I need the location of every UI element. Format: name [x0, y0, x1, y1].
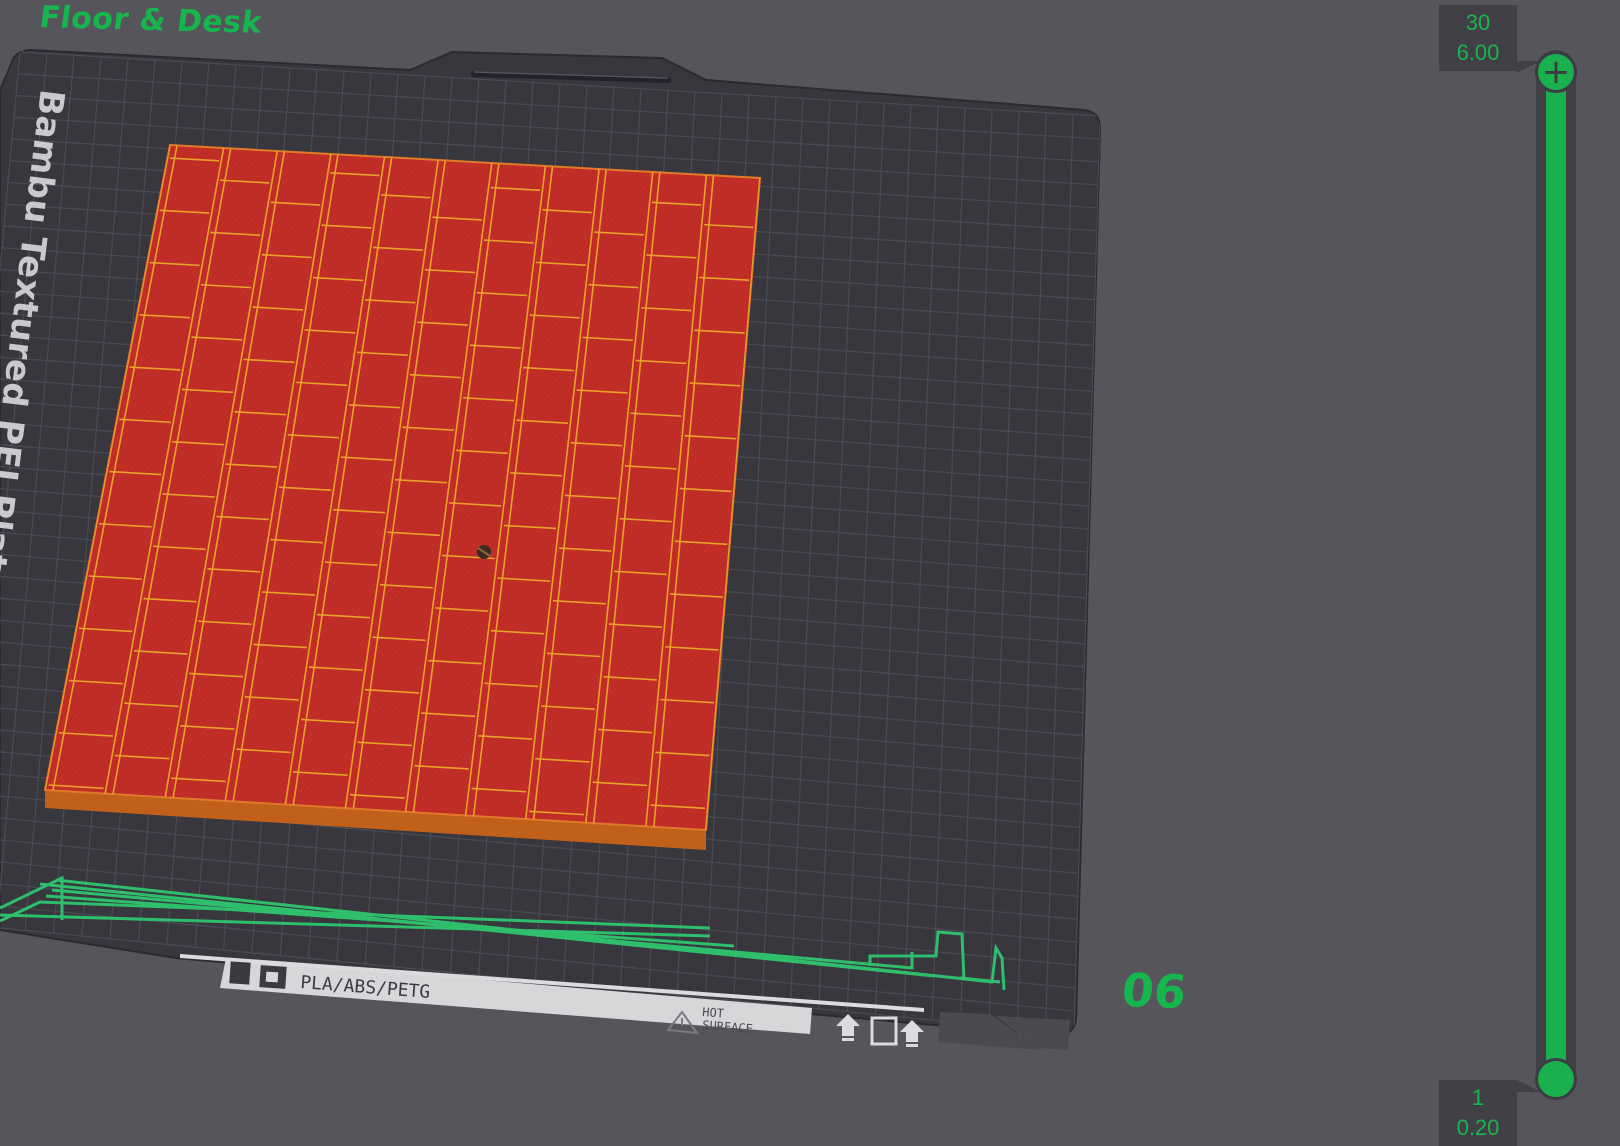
3d-viewport[interactable]: PLA/ABS/PETG HOT SURFACE [0, 0, 1620, 1146]
top-slider-handle[interactable]: + [1535, 51, 1577, 93]
layer-slider[interactable]: 30 6.00 + 1 0.20 [1439, 0, 1620, 1146]
bottom-slider-handle[interactable] [1535, 1058, 1577, 1100]
plate-name[interactable]: Floor & Desk [37, 0, 264, 41]
hot-surface-text-2: SURFACE [702, 1018, 754, 1036]
top-layer-readout: 30 6.00 [1439, 5, 1541, 73]
slider-range-fill [1546, 70, 1566, 1080]
bottom-layer-number: 1 [1471, 1085, 1485, 1110]
seam-marker [477, 545, 491, 559]
plus-icon[interactable]: + [1538, 54, 1574, 90]
bottom-layer-height: 0.20 [1456, 1115, 1500, 1140]
model-floor-desk[interactable] [43, 143, 762, 850]
plate-number[interactable]: 06 [1119, 963, 1188, 1019]
bottom-layer-readout: 1 0.20 [1439, 1080, 1541, 1146]
top-layer-height: 6.00 [1456, 40, 1500, 65]
top-layer-number: 30 [1465, 10, 1491, 35]
